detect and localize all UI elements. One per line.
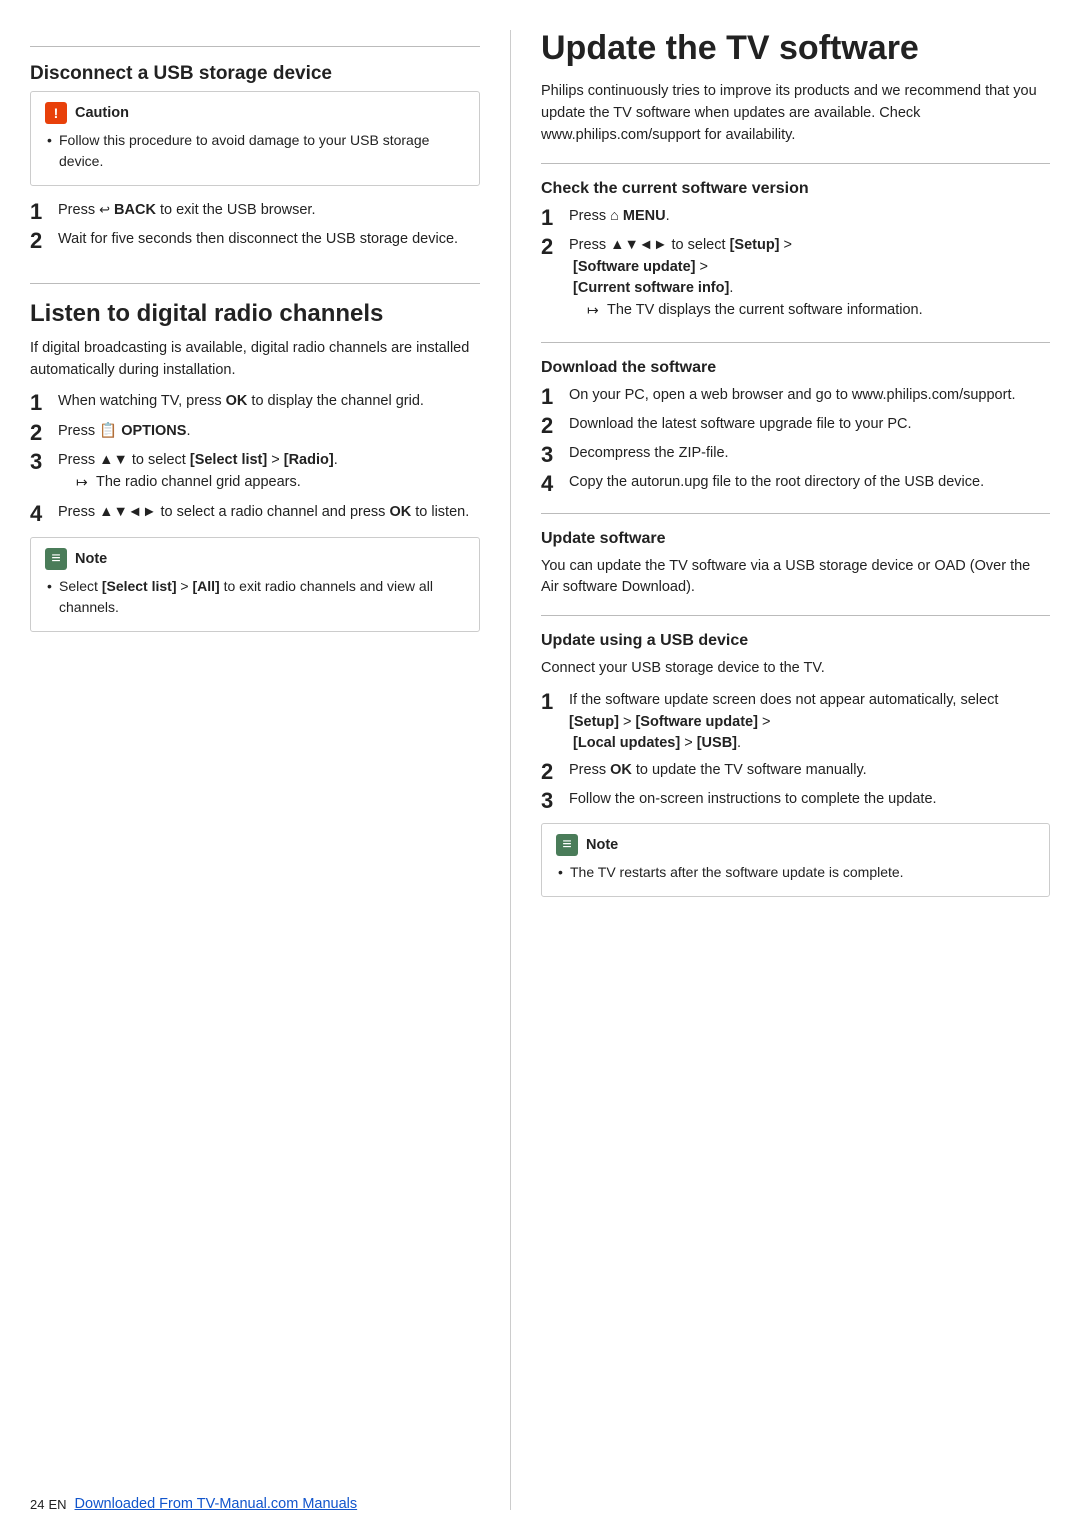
left-column: Disconnect a USB storage device ! Cautio… [30,30,510,1510]
update-usb-step-3: 3 Follow the on-screen instructions to c… [541,789,1050,813]
update-usb-steps: 1 If the software update screen does not… [541,690,1050,814]
radio-note-bullets: Select [Select list] > [All] to exit rad… [45,576,465,618]
caution-bullet-1: Follow this procedure to avoid damage to… [45,130,465,172]
update-usb-title: Update using a USB device [541,632,1050,650]
disconnect-step-1: 1 Press ↩ BACK to exit the USB browser. [30,200,480,224]
download-steps: 1 On your PC, open a web browser and go … [541,385,1050,497]
radio-note-label: Note [75,551,107,567]
right-intro: Philips continuously tries to improve it… [541,81,1050,146]
check-steps: 1 Press ⌂ MENU. 2 Press ▲▼◄► to select [… [541,206,1050,326]
check-step-2-arrow: ↦ The TV displays the current software i… [587,300,1050,322]
radio-title: Listen to digital radio channels [30,300,480,328]
download-title: Download the software [541,359,1050,377]
download-step-4: 4 Copy the autorun.upg file to the root … [541,472,1050,496]
update-usb-note-box: Note The TV restarts after the software … [541,823,1050,897]
radio-note-bullet-1: Select [Select list] > [All] to exit rad… [45,576,465,618]
footer-page-num: 24 [30,1497,44,1512]
caution-header: ! Caution [45,102,465,124]
radio-step-3-arrow: ↦ The radio channel grid appears. [76,472,480,494]
update-software-title: Update software [541,530,1050,548]
disconnect-steps: 1 Press ↩ BACK to exit the USB browser. … [30,200,480,253]
radio-steps: 1 When watching TV, press OK to display … [30,391,480,526]
disconnect-title: Disconnect a USB storage device [30,63,480,85]
radio-note-box: Note Select [Select list] > [All] to exi… [30,537,480,632]
note-icon [45,548,67,570]
update-usb-intro: Connect your USB storage device to the T… [541,658,1050,680]
caution-label: Caution [75,105,129,121]
main-title: Update the TV software [541,30,1050,67]
update-software-intro: You can update the TV software via a USB… [541,556,1050,600]
update-usb-note-header: Note [556,834,1035,856]
footer: 24 EN Downloaded From TV-Manual.com Manu… [30,1496,1050,1512]
check-step-2: 2 Press ▲▼◄► to select [Setup] > [Softwa… [541,235,1050,326]
download-step-1: 1 On your PC, open a web browser and go … [541,385,1050,409]
update-usb-note-bullet-1: The TV restarts after the software updat… [556,862,1035,883]
update-usb-note-label: Note [586,837,618,853]
radio-step-4: 4 Press ▲▼◄► to select a radio channel a… [30,502,480,526]
update-usb-note-bullets: The TV restarts after the software updat… [556,862,1035,883]
right-column: Update the TV software Philips continuou… [510,30,1050,1510]
check-step-1: 1 Press ⌂ MENU. [541,206,1050,230]
radio-step-3: 3 Press ▲▼ to select [Select list] > [Ra… [30,450,480,498]
disconnect-step-2: 2 Wait for five seconds then disconnect … [30,229,480,253]
radio-step-1: 1 When watching TV, press OK to display … [30,391,480,415]
download-step-2: 2 Download the latest software upgrade f… [541,414,1050,438]
footer-link[interactable]: Downloaded From TV-Manual.com Manuals [75,1496,358,1512]
caution-box: ! Caution Follow this procedure to avoid… [30,91,480,186]
update-usb-note-icon [556,834,578,856]
radio-note-header: Note [45,548,465,570]
check-title: Check the current software version [541,180,1050,198]
radio-step-2: 2 Press 📋 OPTIONS. [30,421,480,445]
radio-intro: If digital broadcasting is available, di… [30,338,480,382]
caution-icon: ! [45,102,67,124]
footer-lang: EN [48,1497,66,1512]
download-step-3: 3 Decompress the ZIP-file. [541,443,1050,467]
caution-bullets: Follow this procedure to avoid damage to… [45,130,465,172]
update-usb-step-1: 1 If the software update screen does not… [541,690,1050,755]
update-usb-step-2: 2 Press OK to update the TV software man… [541,760,1050,784]
